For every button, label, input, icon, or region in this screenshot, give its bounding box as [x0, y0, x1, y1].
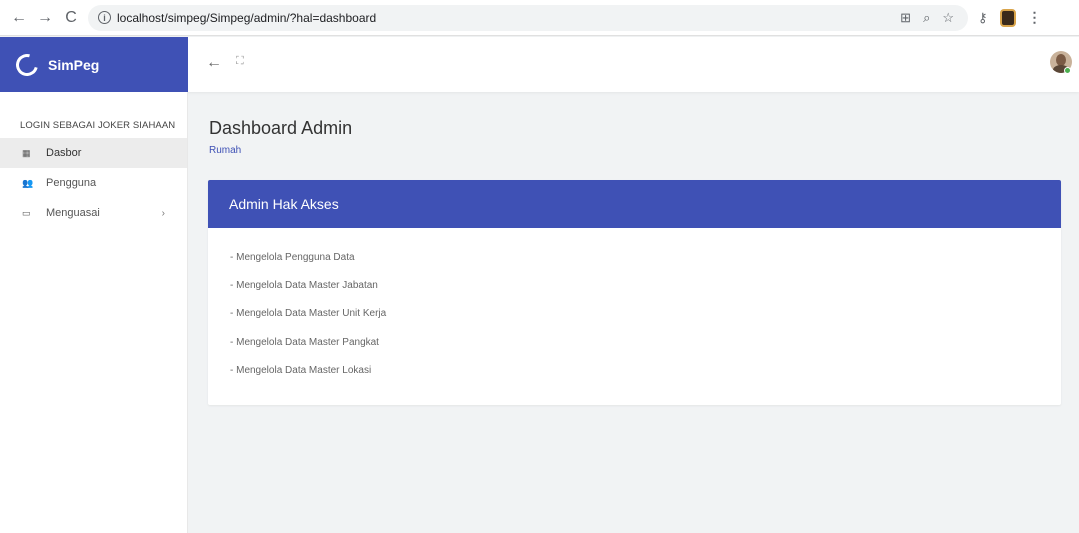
sidebar: LOGIN SEBAGAI JOKER SIAHAAN ▦ Dasbor 👥 P…: [0, 92, 188, 533]
sidebar-login-label: LOGIN SEBAGAI JOKER SIAHAAN: [20, 120, 176, 131]
logo-icon: [11, 49, 43, 80]
sidebar-item-pengguna[interactable]: 👥 Pengguna: [0, 168, 187, 198]
list-item: - Mengelola Data Master Jabatan: [230, 280, 378, 292]
browser-menu-icon[interactable]: ⋮: [1028, 9, 1042, 26]
access-card: Admin Hak Akses - Mengelola Pengguna Dat…: [208, 180, 1061, 405]
list-item: - Mengelola Pengguna Data: [230, 252, 355, 263]
folder-icon: ▭: [22, 207, 31, 218]
back-arrow-icon[interactable]: ←: [8, 7, 30, 29]
sidebar-item-label: Menguasai: [46, 207, 100, 219]
brand-name: SimPeg: [48, 56, 100, 73]
star-icon[interactable]: ☆: [942, 10, 954, 26]
info-icon[interactable]: i: [98, 11, 111, 24]
sidebar-item-label: Dasbor: [46, 147, 82, 159]
dashboard-grid-icon: ▦: [22, 147, 31, 158]
forward-arrow-icon[interactable]: →: [34, 7, 56, 29]
card-body: - Mengelola Pengguna Data - Mengelola Da…: [208, 228, 1061, 393]
users-icon: 👥: [22, 177, 34, 188]
translate-icon[interactable]: ⊞: [900, 10, 911, 26]
page-title: Dashboard Admin: [209, 118, 353, 138]
browser-toolbar: ← → C i localhost/simpeg/Simpeg/admin/?h…: [0, 0, 1079, 36]
list-item: - Mengelola Data Master Lokasi: [230, 364, 372, 376]
fullscreen-icon[interactable]: ⛶: [236, 55, 244, 68]
card-title: Admin Hak Akses: [208, 180, 1061, 228]
list-item: - Mengelola Data Master Unit Kerja: [230, 308, 387, 320]
zoom-icon[interactable]: ⌕: [923, 10, 930, 26]
sidebar-item-menguasai[interactable]: ▭ Menguasai ›: [0, 198, 187, 228]
sidebar-item-dasbor[interactable]: ▦ Dasbor: [0, 138, 187, 168]
key-icon[interactable]: ⚷: [978, 10, 988, 26]
main-content: Dashboard Admin Rumah Admin Hak Akses - …: [188, 92, 1079, 533]
online-status-dot: [1064, 67, 1071, 74]
brand[interactable]: SimPeg: [0, 37, 188, 92]
chevron-right-icon[interactable]: ›: [162, 208, 165, 219]
sidebar-toggle-arrow-icon[interactable]: ←: [206, 54, 222, 72]
breadcrumb-home-link[interactable]: Rumah: [209, 145, 241, 156]
sidebar-item-label: Pengguna: [46, 177, 97, 189]
address-bar[interactable]: i localhost/simpeg/Simpeg/admin/?hal=das…: [88, 4, 968, 31]
reload-icon[interactable]: C: [60, 7, 82, 29]
url-text[interactable]: localhost/simpeg/Simpeg/admin/?hal=dashb…: [117, 11, 376, 25]
extension-avatar-icon[interactable]: [999, 8, 1016, 27]
app-header: SimPeg ← ⛶: [0, 37, 1079, 92]
list-item: - Mengelola Data Master Pangkat: [230, 336, 379, 348]
